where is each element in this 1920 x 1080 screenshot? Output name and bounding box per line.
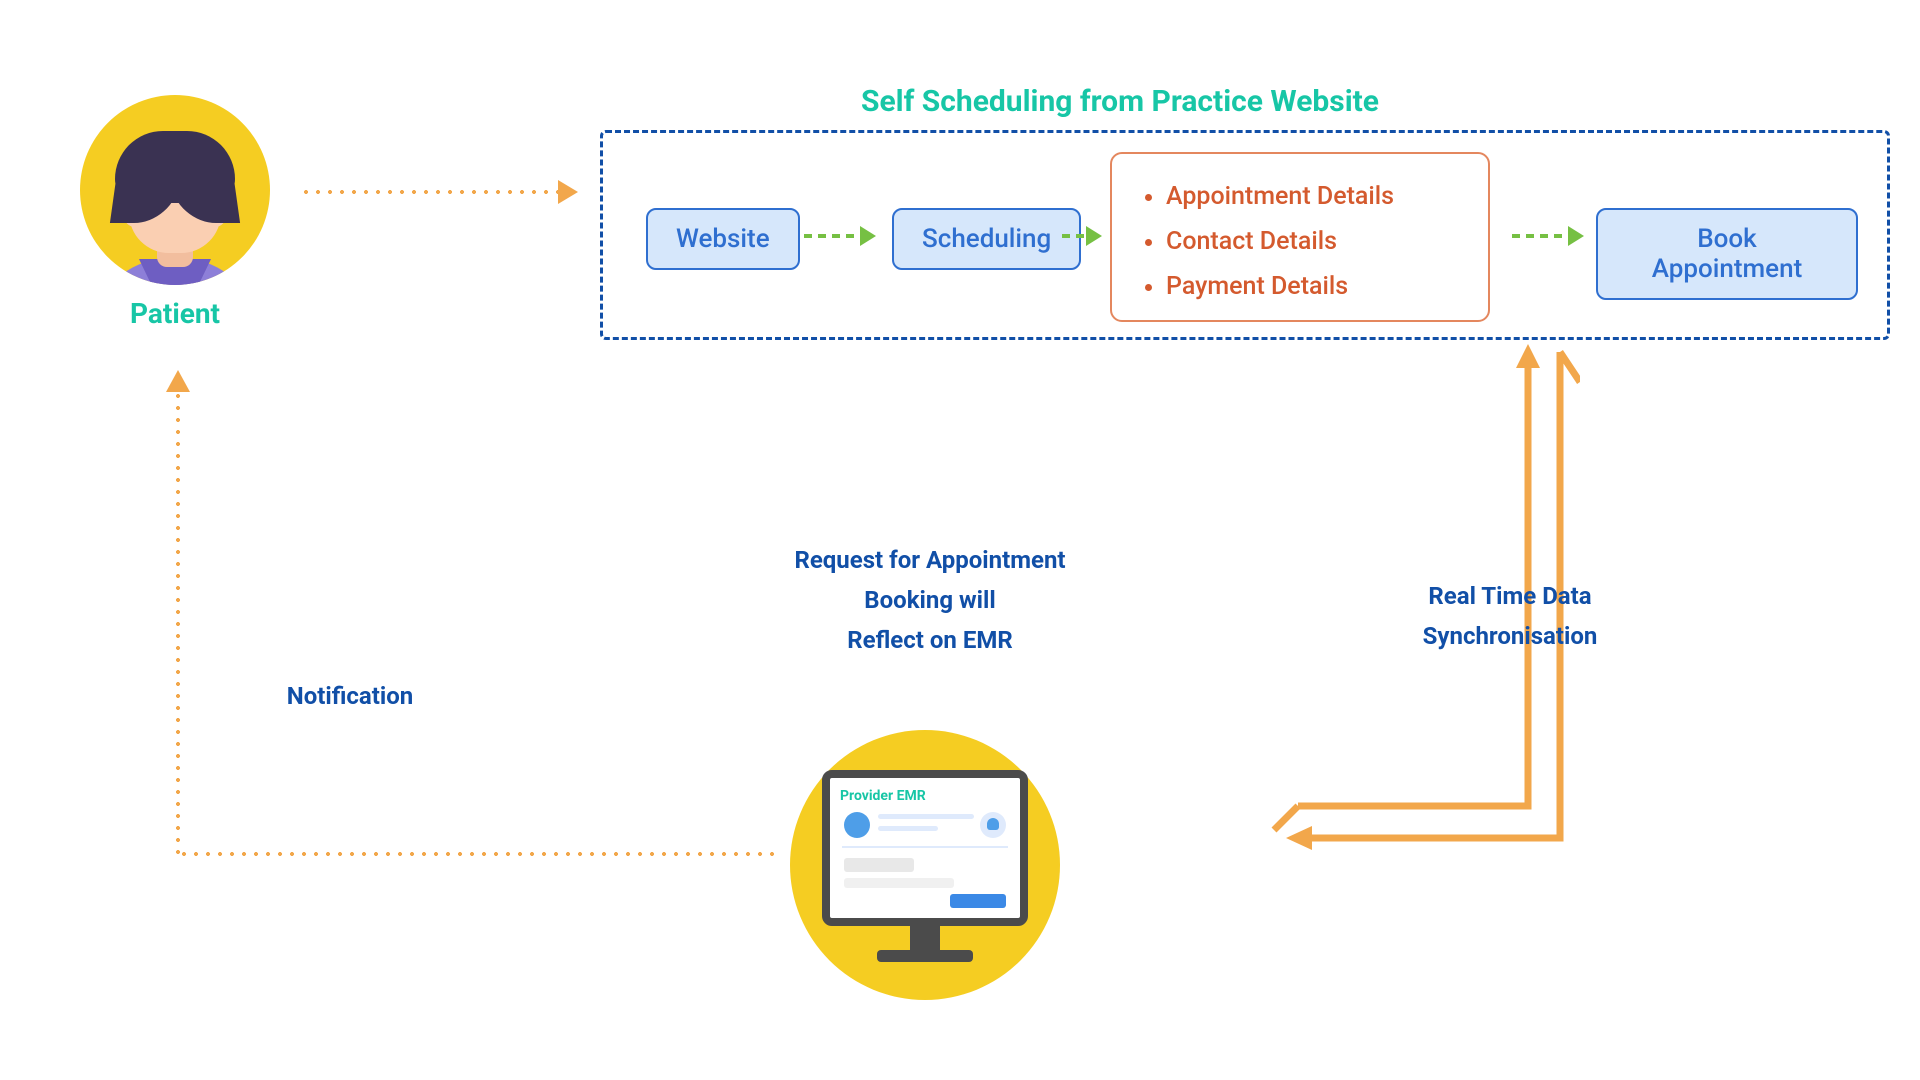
- label-realtime-sync-line1: Real Time Data: [1380, 576, 1640, 616]
- emr-badge: Provider EMR: [840, 788, 926, 804]
- label-request-line3: Reflect on EMR: [740, 620, 1120, 660]
- arrow-notification-head-icon: [166, 370, 190, 392]
- arrow-notification-vertical: [176, 390, 180, 856]
- label-notification: Notification: [250, 676, 450, 716]
- node-book-appointment: Book Appointment: [1596, 208, 1858, 300]
- arrow-patient-to-flow-head-icon: [558, 180, 578, 204]
- patient-avatar-icon: [80, 95, 270, 285]
- emr-monitor-icon: Provider EMR: [790, 730, 1060, 1000]
- details-item-appointment: Appointment Details: [1166, 174, 1460, 219]
- arrow-patient-to-flow: [300, 190, 558, 194]
- patient-label: Patient: [80, 297, 270, 330]
- label-request-reflect: Request for Appointment Booking will Ref…: [740, 540, 1120, 660]
- label-realtime-sync-line2: Synchronisation: [1380, 616, 1640, 656]
- emr-mini-user-icon: [844, 812, 870, 838]
- emr-node: Provider EMR: [790, 730, 1060, 1000]
- label-request-line2: Booking will: [740, 580, 1120, 620]
- details-item-contact: Contact Details: [1166, 219, 1460, 264]
- flow-container-title: Self Scheduling from Practice Website: [720, 84, 1520, 119]
- node-scheduling: Scheduling: [892, 208, 1081, 270]
- node-website: Website: [646, 208, 800, 270]
- label-realtime-sync: Real Time Data Synchronisation: [1380, 576, 1640, 656]
- label-request-line1: Request for Appointment: [740, 540, 1120, 580]
- details-item-payment: Payment Details: [1166, 264, 1460, 309]
- diagram-canvas: Patient Self Scheduling from Practice We…: [0, 0, 1920, 1080]
- node-details: Appointment Details Contact Details Paym…: [1110, 152, 1490, 322]
- emr-mini-bell-icon: [980, 812, 1006, 838]
- patient-node: Patient: [80, 95, 270, 330]
- arrow-notification-horizontal: [178, 852, 778, 856]
